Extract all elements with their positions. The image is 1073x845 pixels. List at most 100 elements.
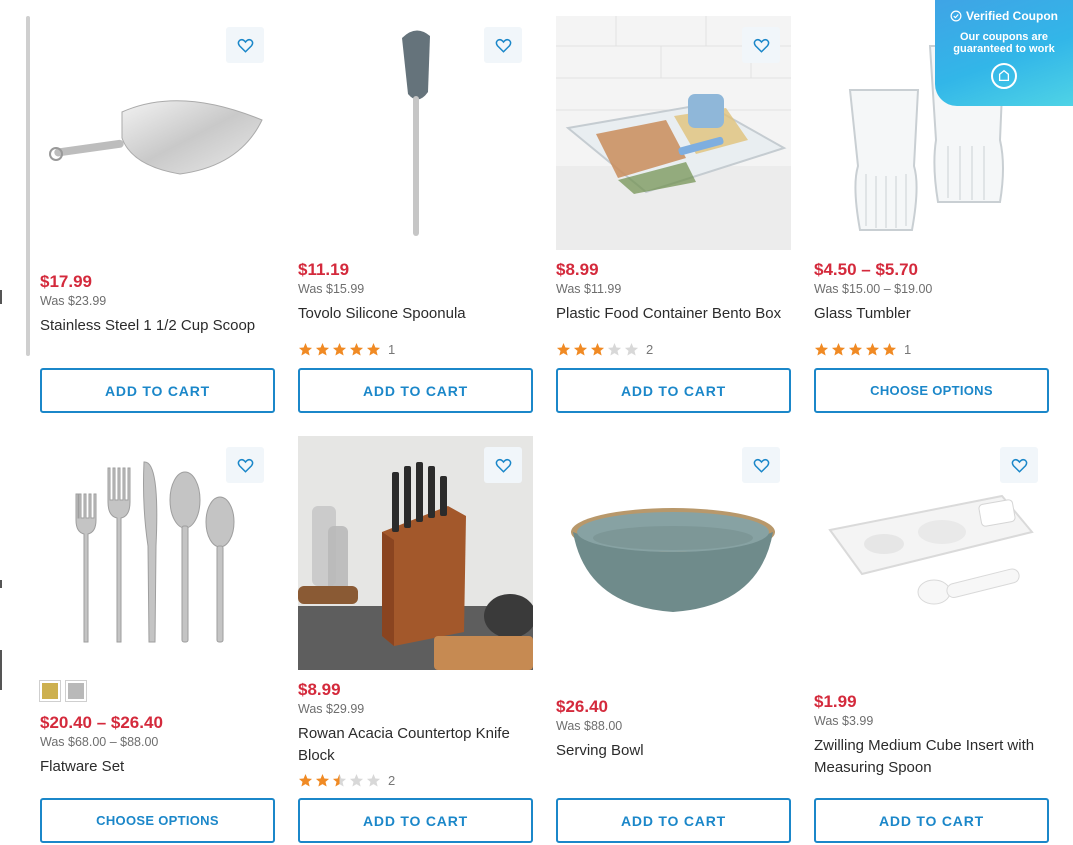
was-price: Was $88.00 bbox=[556, 719, 623, 733]
star-icon bbox=[607, 342, 622, 356]
scrollbar[interactable] bbox=[26, 16, 30, 356]
was-price: Was $23.99 bbox=[40, 294, 107, 308]
add-to-cart-button[interactable]: ADD TO CART bbox=[298, 798, 533, 843]
star-icon bbox=[848, 342, 863, 356]
wishlist-button[interactable] bbox=[484, 27, 522, 63]
wishlist-button[interactable] bbox=[226, 447, 264, 483]
product-title[interactable]: Zwilling Medium Cube Insert with Measuri… bbox=[814, 735, 1049, 779]
star-icon bbox=[624, 342, 639, 356]
product-card[interactable]: $26.40 Was $88.00 Serving Bowl ADD TO CA… bbox=[556, 436, 791, 845]
wishlist-button[interactable] bbox=[484, 447, 522, 483]
star-icon bbox=[298, 773, 313, 787]
wishlist-button[interactable] bbox=[742, 27, 780, 63]
star-icon bbox=[882, 342, 897, 356]
heart-icon bbox=[1011, 458, 1027, 473]
star-icon bbox=[332, 342, 347, 356]
heart-icon bbox=[753, 458, 769, 473]
was-price: Was $15.00 – $19.00 bbox=[814, 282, 933, 296]
heart-icon bbox=[753, 38, 769, 53]
star-icon bbox=[332, 773, 347, 787]
price: $8.99 bbox=[298, 680, 341, 699]
verified-coupon-banner[interactable]: Verified Coupon Our coupons are guarante… bbox=[935, 0, 1073, 106]
star-icon bbox=[298, 342, 313, 356]
price: $26.40 bbox=[556, 697, 608, 716]
star-rating: 1 bbox=[814, 342, 911, 357]
heart-icon bbox=[495, 38, 511, 53]
product-title[interactable]: Flatware Set bbox=[40, 756, 275, 778]
edge-marker bbox=[0, 650, 2, 690]
product-info: $11.19 Was $15.99 Tovolo Silicone Spoonu… bbox=[298, 260, 533, 325]
product-title[interactable]: Glass Tumbler bbox=[814, 303, 1049, 325]
coupon-subtext: Our coupons are guaranteed to work bbox=[935, 31, 1073, 55]
price: $17.99 bbox=[40, 272, 92, 291]
star-icon bbox=[349, 342, 364, 356]
price: $20.40 – $26.40 bbox=[40, 713, 163, 732]
review-count: 2 bbox=[646, 342, 654, 357]
price: $4.50 – $5.70 bbox=[814, 260, 918, 279]
was-price: Was $15.99 bbox=[298, 282, 365, 296]
wishlist-button[interactable] bbox=[742, 447, 780, 483]
product-card[interactable]: $20.40 – $26.40 Was $68.00 – $88.00 Flat… bbox=[39, 436, 275, 845]
review-count: 1 bbox=[388, 342, 396, 357]
star-icon bbox=[556, 342, 571, 356]
product-info: $17.99 Was $23.99 Stainless Steel 1 1/2 … bbox=[40, 272, 275, 337]
add-to-cart-button[interactable]: ADD TO CART bbox=[556, 368, 791, 413]
color-swatches bbox=[39, 680, 275, 702]
was-price: Was $29.99 bbox=[298, 702, 365, 716]
add-to-cart-button[interactable]: ADD TO CART bbox=[814, 798, 1049, 843]
star-rating: 2 bbox=[556, 342, 653, 357]
review-count: 1 bbox=[904, 342, 912, 357]
product-info: $8.99 Was $29.99 Rowan Acacia Countertop… bbox=[298, 680, 533, 767]
product-title[interactable]: Tovolo Silicone Spoonula bbox=[298, 303, 533, 325]
price: $11.19 bbox=[298, 260, 350, 279]
coupon-heading-text: Verified Coupon bbox=[965, 9, 1058, 23]
star-icon bbox=[573, 342, 588, 356]
star-icon bbox=[366, 773, 381, 787]
edge-marker bbox=[0, 290, 2, 304]
product-info: $8.99 Was $11.99 Plastic Food Container … bbox=[556, 260, 791, 325]
star-icon bbox=[865, 342, 880, 356]
product-info: $1.99 Was $3.99 Zwilling Medium Cube Ins… bbox=[814, 692, 1049, 779]
product-info: $20.40 – $26.40 Was $68.00 – $88.00 Flat… bbox=[39, 680, 275, 778]
product-title[interactable]: Serving Bowl bbox=[556, 740, 791, 762]
star-icon bbox=[349, 773, 364, 787]
product-info: $26.40 Was $88.00 Serving Bowl bbox=[556, 697, 791, 762]
review-count: 2 bbox=[388, 773, 396, 788]
star-rating: 1 bbox=[298, 342, 395, 357]
product-card[interactable]: $11.19 Was $15.99 Tovolo Silicone Spoonu… bbox=[298, 16, 533, 431]
star-icon bbox=[315, 342, 330, 356]
star-rating: 2 bbox=[298, 773, 395, 788]
check-circle-icon bbox=[950, 10, 962, 22]
choose-options-button[interactable]: CHOOSE OPTIONS bbox=[40, 798, 275, 843]
heart-icon bbox=[237, 38, 253, 53]
coupon-line-2: guaranteed to work bbox=[953, 43, 1055, 55]
product-card[interactable]: $17.99 Was $23.99 Stainless Steel 1 1/2 … bbox=[40, 16, 275, 431]
product-title[interactable]: Plastic Food Container Bento Box bbox=[556, 303, 791, 325]
swatch-gold[interactable] bbox=[39, 680, 61, 702]
edge-marker bbox=[0, 580, 2, 588]
was-price: Was $3.99 bbox=[814, 714, 874, 728]
tag-icon bbox=[991, 63, 1017, 89]
add-to-cart-button[interactable]: ADD TO CART bbox=[298, 368, 533, 413]
price: $8.99 bbox=[556, 260, 599, 279]
coupon-heading: Verified Coupon bbox=[935, 9, 1073, 23]
product-card[interactable]: $8.99 Was $11.99 Plastic Food Container … bbox=[556, 16, 791, 431]
product-card[interactable]: $8.99 Was $29.99 Rowan Acacia Countertop… bbox=[298, 436, 533, 845]
add-to-cart-button[interactable]: ADD TO CART bbox=[40, 368, 275, 413]
star-icon bbox=[315, 773, 330, 787]
add-to-cart-button[interactable]: ADD TO CART bbox=[556, 798, 791, 843]
product-title[interactable]: Stainless Steel 1 1/2 Cup Scoop bbox=[40, 315, 275, 337]
product-card[interactable]: $1.99 Was $3.99 Zwilling Medium Cube Ins… bbox=[814, 436, 1049, 845]
wishlist-button[interactable] bbox=[226, 27, 264, 63]
star-icon bbox=[831, 342, 846, 356]
heart-icon bbox=[237, 458, 253, 473]
choose-options-button[interactable]: CHOOSE OPTIONS bbox=[814, 368, 1049, 413]
heart-icon bbox=[495, 458, 511, 473]
star-icon bbox=[366, 342, 381, 356]
price: $1.99 bbox=[814, 692, 857, 711]
wishlist-button[interactable] bbox=[1000, 447, 1038, 483]
product-title[interactable]: Rowan Acacia Countertop Knife Block bbox=[298, 723, 533, 767]
product-info: $4.50 – $5.70 Was $15.00 – $19.00 Glass … bbox=[814, 260, 1049, 325]
swatch-silver[interactable] bbox=[65, 680, 87, 702]
coupon-line-1: Our coupons are bbox=[959, 31, 1049, 43]
